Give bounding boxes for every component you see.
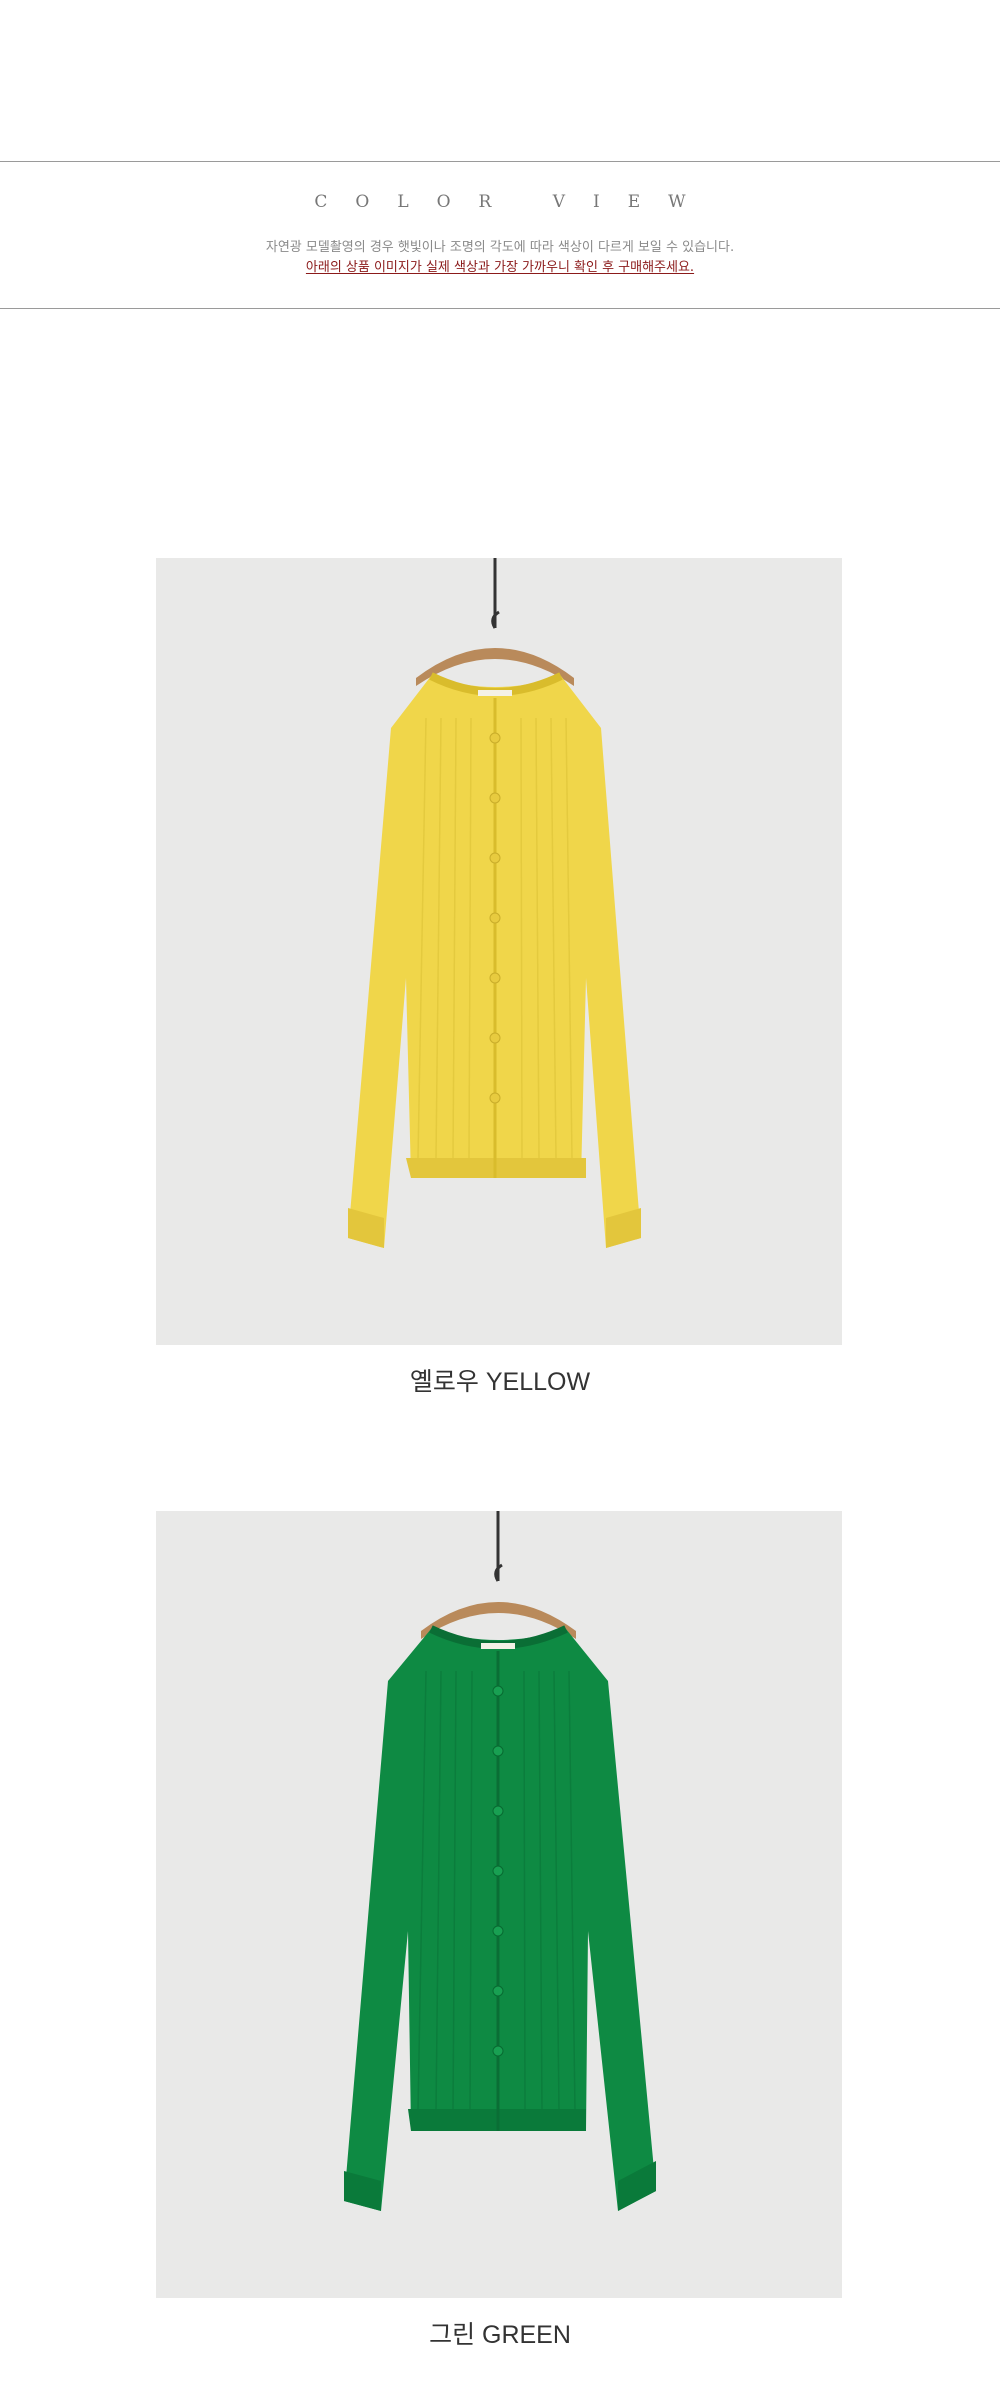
lighting-notice: 자연광 모델촬영의 경우 햇빛이나 조명의 각도에 따라 색상이 다르게 보일 … xyxy=(265,240,735,255)
yellow-cardigan-image xyxy=(348,558,641,1248)
product-label-green: 그린 GREEN xyxy=(429,2321,571,2349)
product-photo-yellow xyxy=(156,558,842,1345)
color-accuracy-notice-text: 아래의 상품 이미지가 실제 색상과 가장 가까우니 확인 후 구매해주세요. xyxy=(305,260,695,275)
top-divider xyxy=(0,161,1000,162)
cardigan-body xyxy=(344,1625,656,2211)
color-view-title: COLOR VIEW xyxy=(314,192,714,212)
green-cardigan-image xyxy=(344,1511,656,2211)
product-photo-green xyxy=(156,1511,842,2298)
product-label-yellow: 옐로우 YELLOW xyxy=(409,1368,591,1396)
cardigan-body xyxy=(348,672,641,1248)
color-accuracy-notice: 아래의 상품 이미지가 실제 색상과 가장 가까우니 확인 후 구매해주세요. xyxy=(0,256,1000,275)
bottom-divider xyxy=(0,308,1000,309)
